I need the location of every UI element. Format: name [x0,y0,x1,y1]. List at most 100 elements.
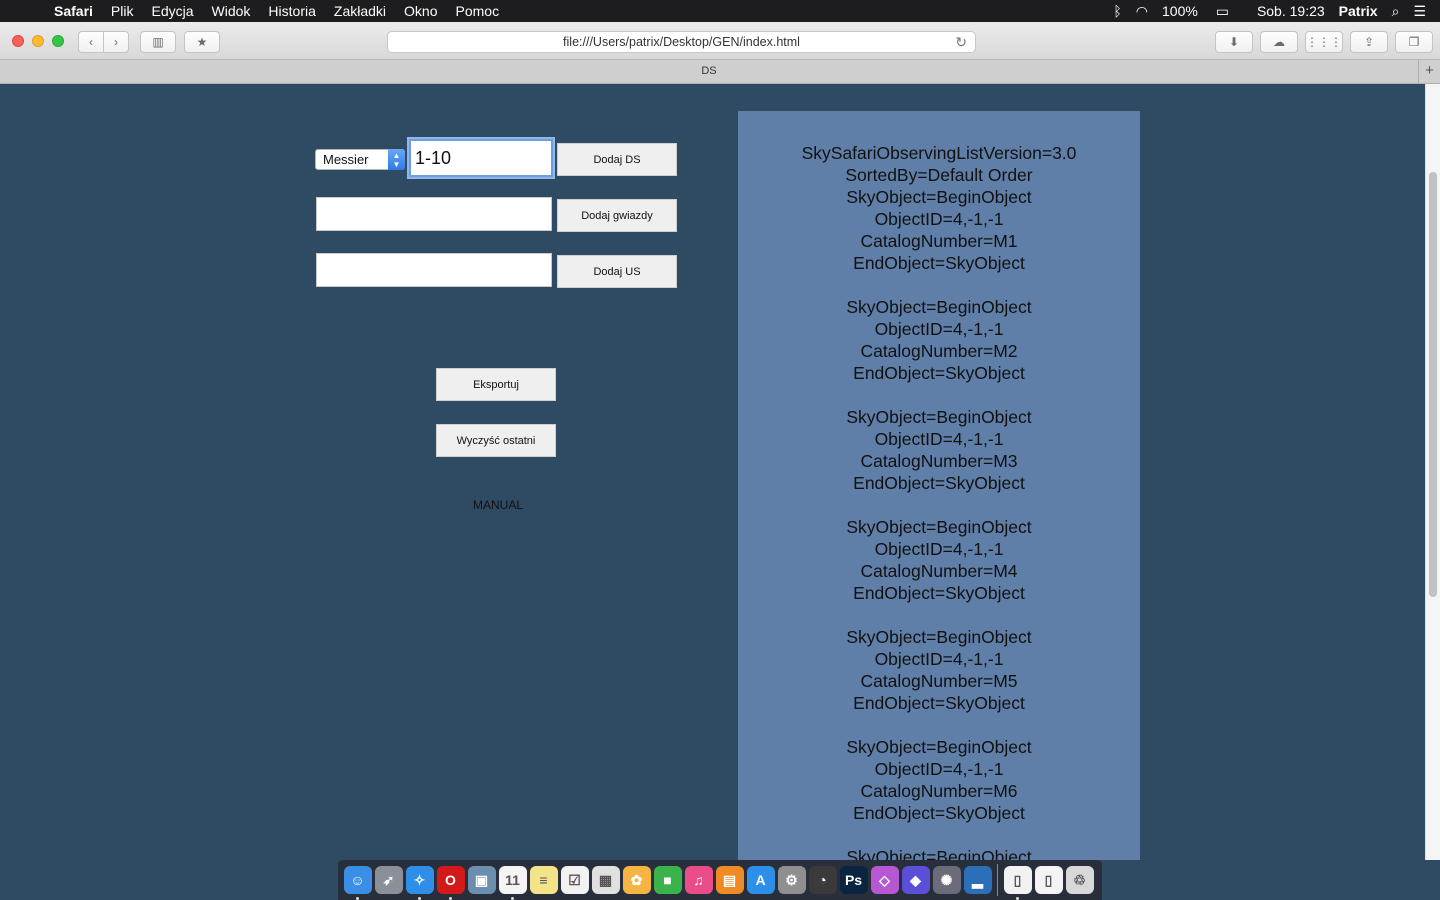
spotlight-search-icon[interactable]: ⌕ [1392,3,1400,20]
download-icon: ⬇ [1228,35,1240,49]
page-scrollbar[interactable] [1425,84,1440,860]
us-input[interactable] [316,253,552,287]
share-button[interactable]: ⇪ [1350,31,1388,53]
dock: ☺ ➶ ✧ O ▣ 11 ≡ ☑ ▦ ✿ ■ ♫ ▤ A ⚙ ◔ Ps ◇ ◆ ✺ ▂ ▯ ▯ ♲ [0,860,1440,900]
affinity-icon[interactable]: ◇ [870,866,899,894]
dock-separator [997,864,998,896]
manual-link[interactable]: MANUAL [436,498,560,512]
activity-monitor-icon[interactable]: ◔ [808,866,837,894]
output-line: EndObject=SkyObject [853,473,1025,493]
output-line: EndObject=SkyObject [853,693,1025,713]
desktop-folder-icon[interactable]: ▂ [963,866,992,894]
menu-history[interactable]: Historia [268,3,315,19]
menu-edit[interactable]: Edycja [151,3,193,19]
stars-input[interactable] [316,197,552,231]
menu-bookmarks[interactable]: Zakładki [334,3,386,19]
catalog-select[interactable]: Messier ▲ ▼ [315,149,405,170]
icloud-tabs-button[interactable]: ☁ [1260,31,1298,53]
document-icon[interactable]: ▯ [1003,866,1032,900]
user-name[interactable]: Patrix [1339,3,1378,19]
sidebar-toggle-button[interactable]: ▥ [140,31,176,53]
clear-last-button[interactable]: Wyczyść ostatni [436,424,556,457]
output-line: CatalogNumber=M1 [860,231,1018,251]
extensions-button[interactable]: ⋮⋮⋮ [1305,31,1343,53]
photoshop-icon[interactable]: Ps [839,866,868,894]
minimize-window-button[interactable] [32,35,44,47]
finder-icon[interactable]: ☺ [343,866,372,900]
back-button[interactable]: ‹ [78,31,104,53]
output-line: SkyObject=BeginObject [846,187,1032,207]
system-preferences-icon[interactable]: ⚙ [777,866,806,894]
clock[interactable]: Sob. 19:23 [1257,3,1325,19]
output-line: CatalogNumber=M2 [860,341,1018,361]
forward-button[interactable]: › [103,31,129,53]
output-object-block: SkyObject=BeginObject [738,846,1140,860]
compressor-icon[interactable]: ✺ [932,866,961,894]
reload-icon[interactable]: ↻ [955,34,967,51]
new-tab-button[interactable]: + [1418,60,1440,84]
select-arrows-icon: ▲ ▼ [388,149,405,170]
add-us-button[interactable]: Dodaj US [557,255,677,288]
output-line: EndObject=SkyObject [853,363,1025,383]
app-store-icon[interactable]: A [746,866,775,894]
reminders-icon[interactable]: ☑ [560,866,589,894]
sidebar-icon: ▥ [152,35,164,49]
export-button[interactable]: Eksportuj [436,368,556,401]
crystal-icon[interactable]: ◆ [901,866,930,894]
output-line: CatalogNumber=M6 [860,781,1018,801]
launchpad-icon[interactable]: ➶ [374,866,403,894]
output-line: CatalogNumber=M4 [860,561,1018,581]
itunes-icon[interactable]: ♫ [684,866,713,894]
menu-bar: Safari Plik Edycja Widok Historia Zakład… [0,0,1440,22]
grid-icon: ⋮⋮⋮ [1306,35,1342,49]
downloads-stack-icon[interactable]: ▯ [1034,866,1063,894]
ds-range-input[interactable] [409,139,553,177]
output-line: SkyObject=BeginObject [846,847,1032,860]
output-line: ObjectID=4,-1,-1 [874,539,1004,559]
close-window-button[interactable] [12,35,24,47]
downloads-button[interactable]: ⬇ [1215,31,1253,53]
output-object-block: SkyObject=BeginObject ObjectID=4,-1,-1 C… [738,296,1140,384]
safari-icon[interactable]: ✧ [405,866,434,900]
menu-app-name[interactable]: Safari [54,3,93,19]
scrollbar-thumb[interactable] [1429,172,1437,597]
bluetooth-icon[interactable]: ᛒ [1113,3,1121,19]
notes-icon[interactable]: ≡ [529,866,558,894]
photos-icon[interactable]: ✿ [622,866,651,894]
notification-center-icon[interactable]: ☰ [1413,3,1426,20]
output-line: CatalogNumber=M3 [860,451,1018,471]
photos-preview-icon[interactable]: ▦ [591,866,620,894]
facetime-icon[interactable]: ■ [653,866,682,894]
opera-icon[interactable]: O [436,866,465,900]
output-line: SkyObject=BeginObject [846,627,1032,647]
battery-status[interactable]: 100% ▭ [1162,3,1243,20]
zoom-window-button[interactable] [52,35,64,47]
wifi-icon[interactable]: ◠ [1136,3,1148,20]
menu-file[interactable]: Plik [111,3,134,19]
add-stars-button[interactable]: Dodaj gwiazdy [557,199,677,232]
menu-help[interactable]: Pomoc [456,3,500,19]
url-text: file:///Users/patrix/Desktop/GEN/index.h… [563,35,800,49]
add-ds-button[interactable]: Dodaj DS [557,143,677,176]
plus-icon: + [1425,62,1434,79]
observing-list-output: SkySafariObservingListVersion=3.0 Sorted… [738,111,1140,860]
address-bar[interactable]: file:///Users/patrix/Desktop/GEN/index.h… [387,31,976,53]
tab-overview-button[interactable]: ❐ [1395,31,1433,53]
menu-window[interactable]: Okno [404,3,437,19]
menu-view[interactable]: Widok [212,3,251,19]
tab-title[interactable]: DS [0,65,1418,77]
output-object-block: SkyObject=BeginObject ObjectID=4,-1,-1 C… [738,406,1140,494]
output-line: EndObject=SkyObject [853,803,1025,823]
trash-icon[interactable]: ♲ [1065,866,1094,894]
ibooks-icon[interactable]: ▤ [715,866,744,894]
output-line: ObjectID=4,-1,-1 [874,759,1004,779]
output-object-block: SkyObject=BeginObject ObjectID=4,-1,-1 C… [738,736,1140,824]
catalog-select-value: Messier [323,152,369,167]
page-content: Messier ▲▼ Dodaj DS Dodaj gwiazdy Dodaj … [0,84,1425,860]
output-line: ObjectID=4,-1,-1 [874,209,1004,229]
preview-icon[interactable]: ▣ [467,866,496,894]
output-line: SkyObject=BeginObject [846,297,1032,317]
calendar-icon[interactable]: 11 [498,866,527,900]
top-sites-button[interactable]: ★ [184,31,220,53]
output-object-block: SkyObject=BeginObject ObjectID=4,-1,-1 C… [738,516,1140,604]
